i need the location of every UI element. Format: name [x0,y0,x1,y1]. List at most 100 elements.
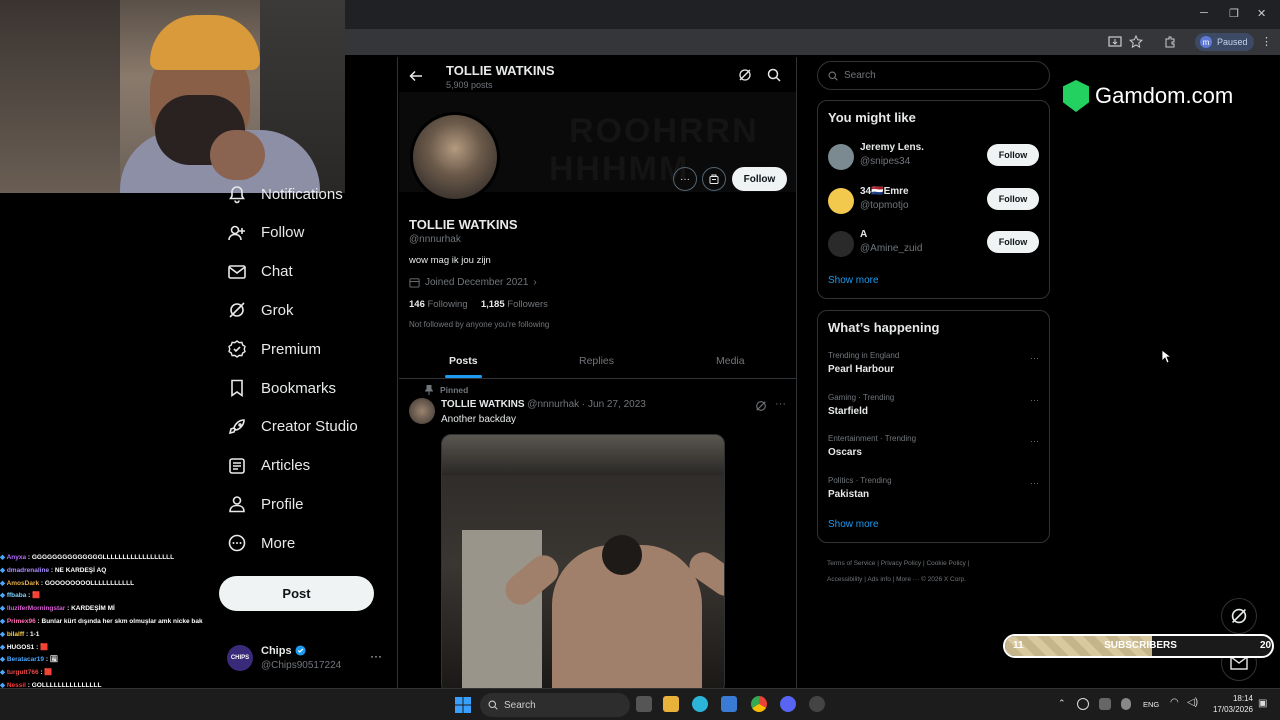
trend-more-icon[interactable]: ··· [1030,478,1039,488]
trend-name: Starfield [828,405,869,417]
sidebar-item-chat[interactable]: Chat [227,261,293,283]
notifications-icon[interactable]: ▣ [1258,698,1267,709]
following-link[interactable]: 146 Following [409,299,468,310]
search-icon [828,71,838,81]
taskbar-search[interactable]: Search [480,693,630,717]
search-icon[interactable] [767,68,781,82]
trend-item[interactable]: Entertainment · Trending Oscars ··· [828,434,1043,458]
trend-item[interactable]: Trending in England Pearl Harbour ··· [828,351,1043,375]
trend-item[interactable]: Politics · Trending Pakistan ··· [828,476,1043,500]
followed-by-note: Not followed by anyone you're following [409,320,550,329]
show-more-link[interactable]: Show more [828,519,879,530]
trend-item[interactable]: Gaming · Trending Starfield ··· [828,393,1043,417]
post-button[interactable]: Post [219,576,374,611]
avatar[interactable] [410,112,500,202]
more-icon[interactable]: ··· [370,649,382,663]
tab-media[interactable]: Media [716,355,745,367]
tab-posts[interactable]: Posts [449,355,478,367]
grok-icon[interactable] [755,400,767,412]
subscriber-goal: 20 [1260,640,1272,651]
chrome-icon[interactable] [751,696,767,712]
sidebar-item-follow[interactable]: Follow [227,222,304,244]
sidebar-item-creator-studio[interactable]: Creator Studio [227,416,358,438]
sidebar-item-profile[interactable]: Profile [227,493,304,515]
suggested-user[interactable]: A @Amine_zuid Follow [828,229,1043,261]
gamdom-shield-icon [1063,80,1089,112]
install-icon[interactable] [1108,35,1122,49]
sidebar-item-bookmarks[interactable]: Bookmarks [227,377,336,399]
microphone-icon[interactable] [1121,698,1131,710]
bookmark-icon [231,379,243,398]
browser-menu-icon[interactable]: ⋮ [1261,35,1272,48]
user-name[interactable]: A [860,229,867,240]
subscriber-goal-bar: SUBSCRIBERS 11 20 [1003,634,1274,658]
more-options-button[interactable]: ··· [673,167,697,191]
search-input[interactable]: Search [817,61,1050,90]
sidebar-item-grok[interactable]: Grok [227,299,294,321]
followers-link[interactable]: 1,185 Followers [481,299,548,310]
post-image[interactable] [441,434,725,694]
follow-button[interactable]: Follow [987,231,1039,253]
sidebar-item-label: Chat [261,263,293,281]
account-switcher[interactable]: CHIPS Chips @Chips90517224 ··· [227,643,397,675]
back-arrow-icon[interactable] [409,69,423,83]
trend-name: Pakistan [828,488,870,500]
joined-label: Joined December 2021 [425,277,529,288]
clock[interactable]: 18:14 17/03/2026 [1205,693,1253,715]
app-icon[interactable] [809,696,825,712]
minimize-icon[interactable]: ─ [1200,7,1208,19]
card-title: You might like [828,110,916,125]
close-icon[interactable]: ✕ [1257,7,1266,20]
trend-more-icon[interactable]: ··· [1030,436,1039,446]
profile-tabs: Posts Replies Media [399,343,796,379]
follow-button[interactable]: Follow [987,144,1039,166]
suggested-user[interactable]: Jeremy Lens. @snipes34 Follow [828,142,1043,174]
windows-taskbar: Search ⌃ ENG ◠ ◁) 18:14 17/03/2026 ▣ [0,688,1280,720]
sidebar-item-notifications[interactable]: Notifications [227,183,343,205]
subscribe-button[interactable] [702,167,726,191]
follow-stats: 146 Following 1,185 Followers [409,299,548,310]
sidebar-item-premium[interactable]: Premium [227,338,321,360]
paused-label: Paused [1217,37,1248,47]
wifi-icon[interactable]: ◠ [1170,697,1179,708]
edge-icon[interactable] [692,696,708,712]
task-view-icon[interactable] [636,696,652,712]
follow-button[interactable]: Follow [987,187,1039,210]
tab-replies[interactable]: Replies [579,355,614,367]
star-icon[interactable] [1129,35,1143,49]
network-icon[interactable] [1099,698,1111,710]
post-more-icon[interactable]: ··· [775,398,786,410]
grok-fab[interactable] [1221,598,1257,634]
sidebar-item-articles[interactable]: Articles [227,455,310,477]
profile-paused-button[interactable]: m Paused [1195,33,1254,51]
trend-more-icon[interactable]: ··· [1030,395,1039,405]
volume-icon[interactable]: ◁) [1187,697,1198,708]
extensions-icon[interactable] [1163,35,1177,49]
file-explorer-icon[interactable] [663,696,679,712]
discord-icon[interactable] [780,696,796,712]
sidebar-item-label: Bookmarks [261,379,337,397]
follow-button[interactable]: Follow [732,167,787,191]
user-name[interactable]: 34🇳🇱Emre [860,186,909,197]
avatar[interactable] [409,398,435,424]
suggested-user[interactable]: 34🇳🇱Emre @topmotjo Follow [828,186,1043,218]
pin-icon [425,385,433,395]
store-icon[interactable] [721,696,737,712]
post-author[interactable]: TOLLIE WATKINS [441,399,525,410]
grok-icon[interactable] [738,68,752,82]
avatar[interactable] [828,231,854,257]
avatar[interactable] [828,187,854,214]
trend-name: Pearl Harbour [828,364,895,375]
language-indicator[interactable]: ENG [1143,700,1159,709]
user-name[interactable]: Jeremy Lens. [860,142,924,153]
show-more-link[interactable]: Show more [828,275,879,286]
trend-more-icon[interactable]: ··· [1030,353,1039,363]
sync-icon[interactable] [1077,698,1089,710]
tray-chevron-icon[interactable]: ⌃ [1058,698,1066,709]
footer-links[interactable]: Terms of Service | Privacy Policy | Cook… [827,556,1047,588]
maximize-icon[interactable]: ❐ [1229,7,1239,20]
joined-date[interactable]: Joined December 2021 › [409,277,537,288]
avatar[interactable] [828,144,854,170]
windows-start-icon[interactable] [455,697,471,713]
sidebar-item-more[interactable]: More [227,532,295,554]
